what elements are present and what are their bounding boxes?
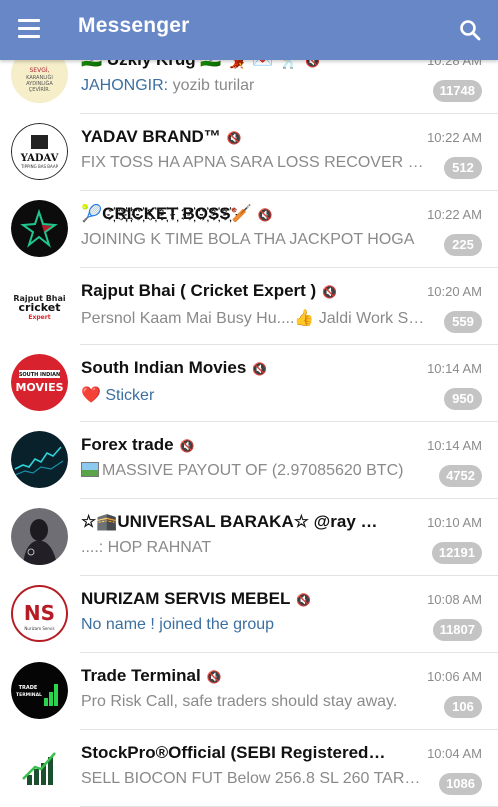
chat-time: 10:14 AM <box>427 438 482 453</box>
muted-icon: 🔇 <box>257 208 273 222</box>
chat-preview: No name ! joined the group <box>81 616 275 633</box>
chat-avatar <box>11 739 68 796</box>
chat-preview: ....: HOP RAHNAT <box>81 539 212 556</box>
photo-icon <box>81 462 99 477</box>
chat-name: 🎾C҉R҉I҉C҉K҉E҉T҉ B҉O҉S҉S҉🏏 🔇 <box>81 204 273 223</box>
muted-icon: 🔇 <box>179 439 195 453</box>
svg-text:ÇEVİRİR.: ÇEVİRİR. <box>29 86 51 93</box>
chat-avatar: TRADE TERMINAL <box>11 662 68 719</box>
svg-text:SOUTH INDIAN: SOUTH INDIAN <box>19 372 60 378</box>
chat-row[interactable]: NS Nurizam Servis NURIZAM SERVIS MEBEL 🔇 1… <box>0 576 498 653</box>
chat-time: 10:06 AM <box>427 669 482 684</box>
hamburger-menu-icon[interactable] <box>18 19 40 39</box>
chat-row[interactable]: Forex trade 🔇 10:14 AM MASSIVE PAYOUT OF … <box>0 422 498 499</box>
svg-text:Nurizam Servis: Nurizam Servis <box>24 626 54 631</box>
chat-row[interactable]: 🎾C҉R҉I҉C҉K҉E҉T҉ B҉O҉S҉S҉🏏 🔇 10:22 AM JOIN… <box>0 191 498 268</box>
unread-badge: 12191 <box>431 542 482 564</box>
unread-badge: 512 <box>444 157 482 179</box>
chat-preview: JOINING K TIME BOLA THA JACKPOT HOGA <box>81 231 415 248</box>
chat-name: StockPro®Official (SEBI Registered)🔇 <box>81 743 386 763</box>
chat-preview: ❤️ Sticker <box>81 387 155 404</box>
chat-name: South Indian Movies 🔇 <box>81 358 268 377</box>
chat-avatar: Rajput Bhai cricket Expert <box>11 277 68 334</box>
chat-name: NURIZAM SERVIS MEBEL 🔇 <box>81 589 312 608</box>
chat-name: Rajput Bhai ( Cricket Expert ) 🔇 <box>81 281 338 300</box>
unread-badge: 11748 <box>432 80 482 102</box>
unread-badge: 225 <box>444 234 482 256</box>
muted-icon: 🔇 <box>206 670 222 684</box>
chat-avatar <box>11 508 68 565</box>
chat-time: 10:10 AM <box>427 515 482 530</box>
chat-preview: Persnol Kaam Mai Busy Hu....👍 Jaldi Work… <box>81 310 426 327</box>
chat-preview: JAHONGIR: yozib turilar <box>81 77 255 94</box>
chat-time: 10:22 AM <box>427 207 482 222</box>
chat-row[interactable]: SOUTH INDIAN MOVIES South Indian Movies 🔇 … <box>0 345 498 422</box>
svg-text:NS: NS <box>24 601 55 625</box>
unread-badge: 11807 <box>432 619 482 641</box>
svg-text:TRADE: TRADE <box>19 685 38 691</box>
chat-preview: FIX TOSS HA APNA SARA LOSS RECOVER KAR L… <box>81 154 426 171</box>
svg-text:AYDINLIĞA: AYDINLIĞA <box>26 80 53 87</box>
chat-time: 10:04 AM <box>427 746 482 761</box>
chat-avatar <box>11 200 68 257</box>
svg-text:TIPPING BAS BAAP: TIPPING BAS BAAP <box>20 164 59 169</box>
chat-row[interactable]: StockPro®Official (SEBI Registered)🔇 10:… <box>0 730 498 807</box>
chat-name: ☆🕋UNIVERSAL BARAKA☆ @ray k...🔇 <box>81 512 385 531</box>
chat-preview: MASSIVE PAYOUT OF (2.97085620 BTC) <box>81 462 426 480</box>
chat-name: YADAV BRAND™ 🔇 <box>81 127 242 146</box>
chat-name: Trade Terminal 🔇 <box>81 666 222 685</box>
chat-avatar: NS Nurizam Servis <box>11 585 68 642</box>
muted-icon: 🔇 <box>252 362 268 376</box>
chat-time: 10:20 AM <box>427 284 482 299</box>
chat-row[interactable]: Rajput Bhai cricket Expert Rajput Bhai ( C… <box>0 268 498 345</box>
app-bar: Messenger <box>0 0 498 60</box>
unread-badge: 950 <box>444 388 482 410</box>
heart-icon: ❤️ <box>81 387 101 404</box>
chat-avatar: SOUTH INDIAN MOVIES <box>11 354 68 411</box>
chat-avatar: YADAV TIPPING BAS BAAP <box>11 123 68 180</box>
muted-icon: 🔇 <box>322 285 338 299</box>
svg-text:YADAV: YADAV <box>20 153 59 164</box>
app-title: Messenger <box>78 14 190 37</box>
chat-time: 10:14 AM <box>427 361 482 376</box>
chat-row[interactable]: ☆🕋UNIVERSAL BARAKA☆ @ray k...🔇 10:10 AM … <box>0 499 498 576</box>
unread-badge: 559 <box>444 311 482 333</box>
unread-badge: 1086 <box>439 773 482 795</box>
muted-icon: 🔇 <box>226 131 242 145</box>
svg-text:SEVGİ,: SEVGİ, <box>29 67 49 74</box>
chat-preview: Pro Risk Call, safe traders should stay … <box>81 693 398 710</box>
svg-text:TERMINAL: TERMINAL <box>16 692 42 698</box>
muted-icon: 🔇 <box>296 593 312 607</box>
chat-preview: SELL BIOCON FUT Below 256.8 SL 260 TARGE… <box>81 770 426 787</box>
svg-text:KARANLIĞI: KARANLIĞI <box>26 74 53 81</box>
chat-avatar <box>11 431 68 488</box>
svg-text:Expert: Expert <box>28 314 50 321</box>
chat-time: 10:22 AM <box>427 130 482 145</box>
message-sender: JAHONGIR: <box>81 77 169 94</box>
unread-badge: 106 <box>444 696 482 718</box>
chat-row[interactable]: YADAV TIPPING BAS BAAP YADAV BRAND™ 🔇 10:2… <box>0 114 498 191</box>
chat-row[interactable]: TRADE TERMINAL Trade Terminal 🔇 10:06 AM P… <box>0 653 498 730</box>
chat-name: Forex trade 🔇 <box>81 435 195 454</box>
search-icon[interactable] <box>458 18 482 42</box>
svg-text:MOVIES: MOVIES <box>15 381 63 394</box>
chat-list: SEVGİ,KARANLIĞIAYDINLIĞAÇEVİRİR. 🇮🇳 Uzki… <box>0 37 498 807</box>
svg-text:cricket: cricket <box>19 301 61 314</box>
chat-time: 10:08 AM <box>427 592 482 607</box>
unread-badge: 4752 <box>439 465 482 487</box>
